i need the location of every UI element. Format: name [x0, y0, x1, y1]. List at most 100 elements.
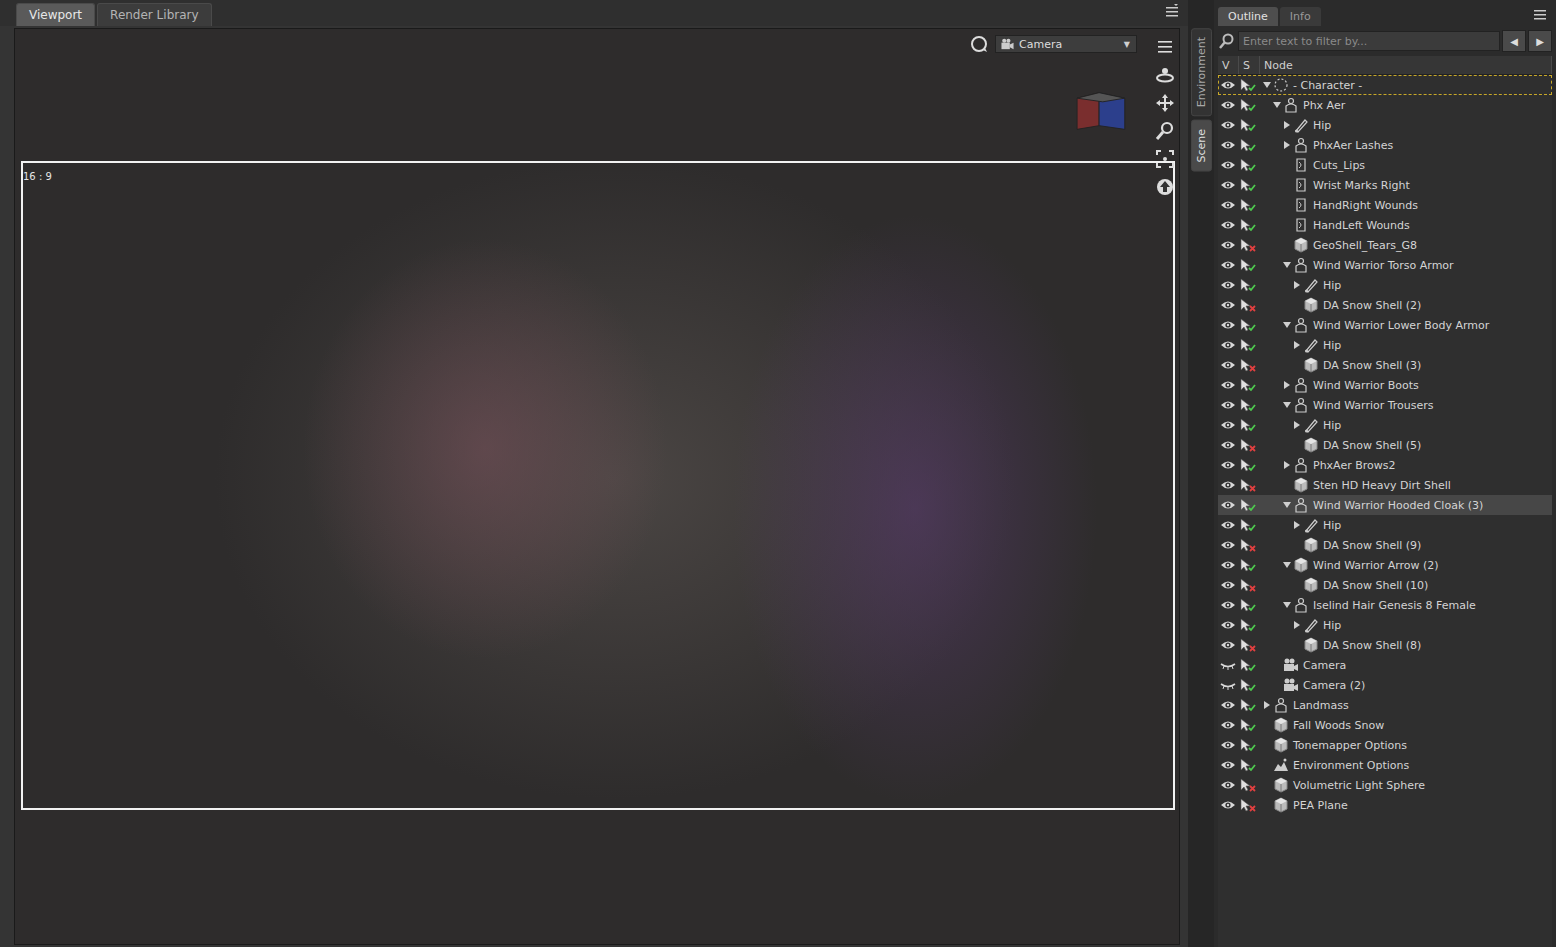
- visibility-cell[interactable]: [1218, 799, 1238, 811]
- expanded-triangle-icon[interactable]: [1283, 261, 1291, 269]
- visibility-cell[interactable]: [1218, 159, 1238, 171]
- reset-icon[interactable]: [1155, 177, 1175, 197]
- tree-row[interactable]: Hip: [1218, 335, 1552, 355]
- collapsed-triangle-icon[interactable]: [1283, 121, 1291, 129]
- eye-icon[interactable]: [1220, 219, 1236, 231]
- tree-row[interactable]: DA Snow Shell (10): [1218, 575, 1552, 595]
- selectable-cell[interactable]: [1238, 578, 1258, 592]
- selectable-cursor-icon[interactable]: [1240, 698, 1256, 712]
- selectable-cell[interactable]: [1238, 678, 1258, 692]
- panel-tab[interactable]: Info: [1280, 7, 1321, 26]
- eye-icon[interactable]: [1220, 179, 1236, 191]
- visibility-cell[interactable]: [1218, 719, 1238, 731]
- unselectable-cursor-icon[interactable]: [1240, 298, 1256, 312]
- expanded-triangle-icon[interactable]: [1283, 321, 1291, 329]
- visibility-cell[interactable]: [1218, 759, 1238, 771]
- tree-row-content[interactable]: DA Snow Shell (10): [1218, 575, 1552, 595]
- selectable-cursor-icon[interactable]: [1240, 98, 1256, 112]
- collapsed-triangle-icon[interactable]: [1263, 701, 1271, 709]
- closed-eye-icon[interactable]: [1220, 659, 1236, 671]
- tree-row[interactable]: Camera: [1218, 655, 1552, 675]
- tree-row-content[interactable]: Cuts_Lips: [1218, 155, 1552, 175]
- tree-row[interactable]: Wind Warrior Torso Armor: [1218, 255, 1552, 275]
- eye-icon[interactable]: [1220, 279, 1236, 291]
- selectable-cell[interactable]: [1238, 278, 1258, 292]
- tree-row-content[interactable]: Wind Warrior Boots: [1218, 375, 1552, 395]
- tree-row-content[interactable]: DA Snow Shell (2): [1218, 295, 1552, 315]
- expanded-triangle-icon[interactable]: [1273, 101, 1281, 109]
- eye-icon[interactable]: [1220, 99, 1236, 111]
- expander[interactable]: [1282, 120, 1292, 130]
- tree-row-content[interactable]: - Character -: [1218, 75, 1552, 95]
- tree-row[interactable]: Camera (2): [1218, 675, 1552, 695]
- expander[interactable]: [1292, 420, 1302, 430]
- unselectable-cursor-icon[interactable]: [1240, 238, 1256, 252]
- viewport-render[interactable]: 16 : 9Camera▼: [14, 28, 1180, 945]
- expander[interactable]: [1282, 560, 1292, 570]
- tree-row[interactable]: Environment Options: [1218, 755, 1552, 775]
- column-heading[interactable]: S: [1239, 56, 1260, 74]
- collapsed-triangle-icon[interactable]: [1293, 281, 1301, 289]
- eye-icon[interactable]: [1220, 459, 1236, 471]
- selectable-cursor-icon[interactable]: [1240, 218, 1256, 232]
- tree-row[interactable]: Wind Warrior Hooded Cloak (3): [1218, 495, 1552, 515]
- expander[interactable]: [1262, 700, 1272, 710]
- collapsed-triangle-icon[interactable]: [1283, 381, 1291, 389]
- expander[interactable]: [1282, 400, 1292, 410]
- eye-icon[interactable]: [1220, 199, 1236, 211]
- tree-row-content[interactable]: Camera: [1218, 655, 1552, 675]
- visibility-cell[interactable]: [1218, 179, 1238, 191]
- selectable-cursor-icon[interactable]: [1240, 658, 1256, 672]
- visibility-cell[interactable]: [1218, 739, 1238, 751]
- panel-tab[interactable]: Outline: [1218, 7, 1278, 26]
- collapsed-triangle-icon[interactable]: [1293, 421, 1301, 429]
- expander[interactable]: [1282, 500, 1292, 510]
- tree-row-content[interactable]: PhxAer Brows2: [1218, 455, 1552, 475]
- eye-icon[interactable]: [1220, 759, 1236, 771]
- tree-row-content[interactable]: PEA Plane: [1218, 795, 1552, 815]
- visibility-cell[interactable]: [1218, 259, 1238, 271]
- eye-icon[interactable]: [1220, 739, 1236, 751]
- eye-icon[interactable]: [1220, 479, 1236, 491]
- eye-icon[interactable]: [1220, 139, 1236, 151]
- expander[interactable]: [1292, 520, 1302, 530]
- expander[interactable]: [1282, 140, 1292, 150]
- tree-row[interactable]: PhxAer Lashes: [1218, 135, 1552, 155]
- selectable-cell[interactable]: [1238, 458, 1258, 472]
- tree-row[interactable]: Sten HD Heavy Dirt Shell: [1218, 475, 1552, 495]
- selectable-cell[interactable]: [1238, 158, 1258, 172]
- expanded-triangle-icon[interactable]: [1283, 601, 1291, 609]
- selectable-cursor-icon[interactable]: [1240, 158, 1256, 172]
- tree-row[interactable]: DA Snow Shell (2): [1218, 295, 1552, 315]
- eye-icon[interactable]: [1220, 359, 1236, 371]
- unselectable-cursor-icon[interactable]: [1240, 478, 1256, 492]
- visibility-cell[interactable]: [1218, 199, 1238, 211]
- tree-row-content[interactable]: GeoShell_Tears_G8: [1218, 235, 1552, 255]
- eye-icon[interactable]: [1220, 299, 1236, 311]
- expander[interactable]: [1272, 100, 1282, 110]
- expander[interactable]: [1292, 620, 1302, 630]
- visibility-cell[interactable]: [1218, 599, 1238, 611]
- tree-row[interactable]: Hip: [1218, 275, 1552, 295]
- expander[interactable]: [1282, 600, 1292, 610]
- tree-row-content[interactable]: Iselind Hair Genesis 8 Female: [1218, 595, 1552, 615]
- selectable-cursor-icon[interactable]: [1240, 518, 1256, 532]
- selectable-cell[interactable]: [1238, 298, 1258, 312]
- selectable-cursor-icon[interactable]: [1240, 258, 1256, 272]
- visibility-cell[interactable]: [1218, 99, 1238, 111]
- selectable-cell[interactable]: [1238, 418, 1258, 432]
- tree-row-content[interactable]: Environment Options: [1218, 755, 1552, 775]
- pane-menu-icon[interactable]: [1164, 4, 1180, 20]
- tree-row[interactable]: Volumetric Light Sphere: [1218, 775, 1552, 795]
- eye-icon[interactable]: [1220, 579, 1236, 591]
- tree-row-content[interactable]: Hip: [1218, 515, 1552, 535]
- tree-row-content[interactable]: Wind Warrior Lower Body Armor: [1218, 315, 1552, 335]
- viewport-tab[interactable]: Viewport: [16, 3, 95, 26]
- visibility-cell[interactable]: [1218, 239, 1238, 251]
- tree-row[interactable]: DA Snow Shell (9): [1218, 535, 1552, 555]
- tree-row[interactable]: Hip: [1218, 615, 1552, 635]
- selectable-cursor-icon[interactable]: [1240, 458, 1256, 472]
- tree-row[interactable]: Hip: [1218, 515, 1552, 535]
- visibility-cell[interactable]: [1218, 299, 1238, 311]
- tree-row-content[interactable]: Hip: [1218, 615, 1552, 635]
